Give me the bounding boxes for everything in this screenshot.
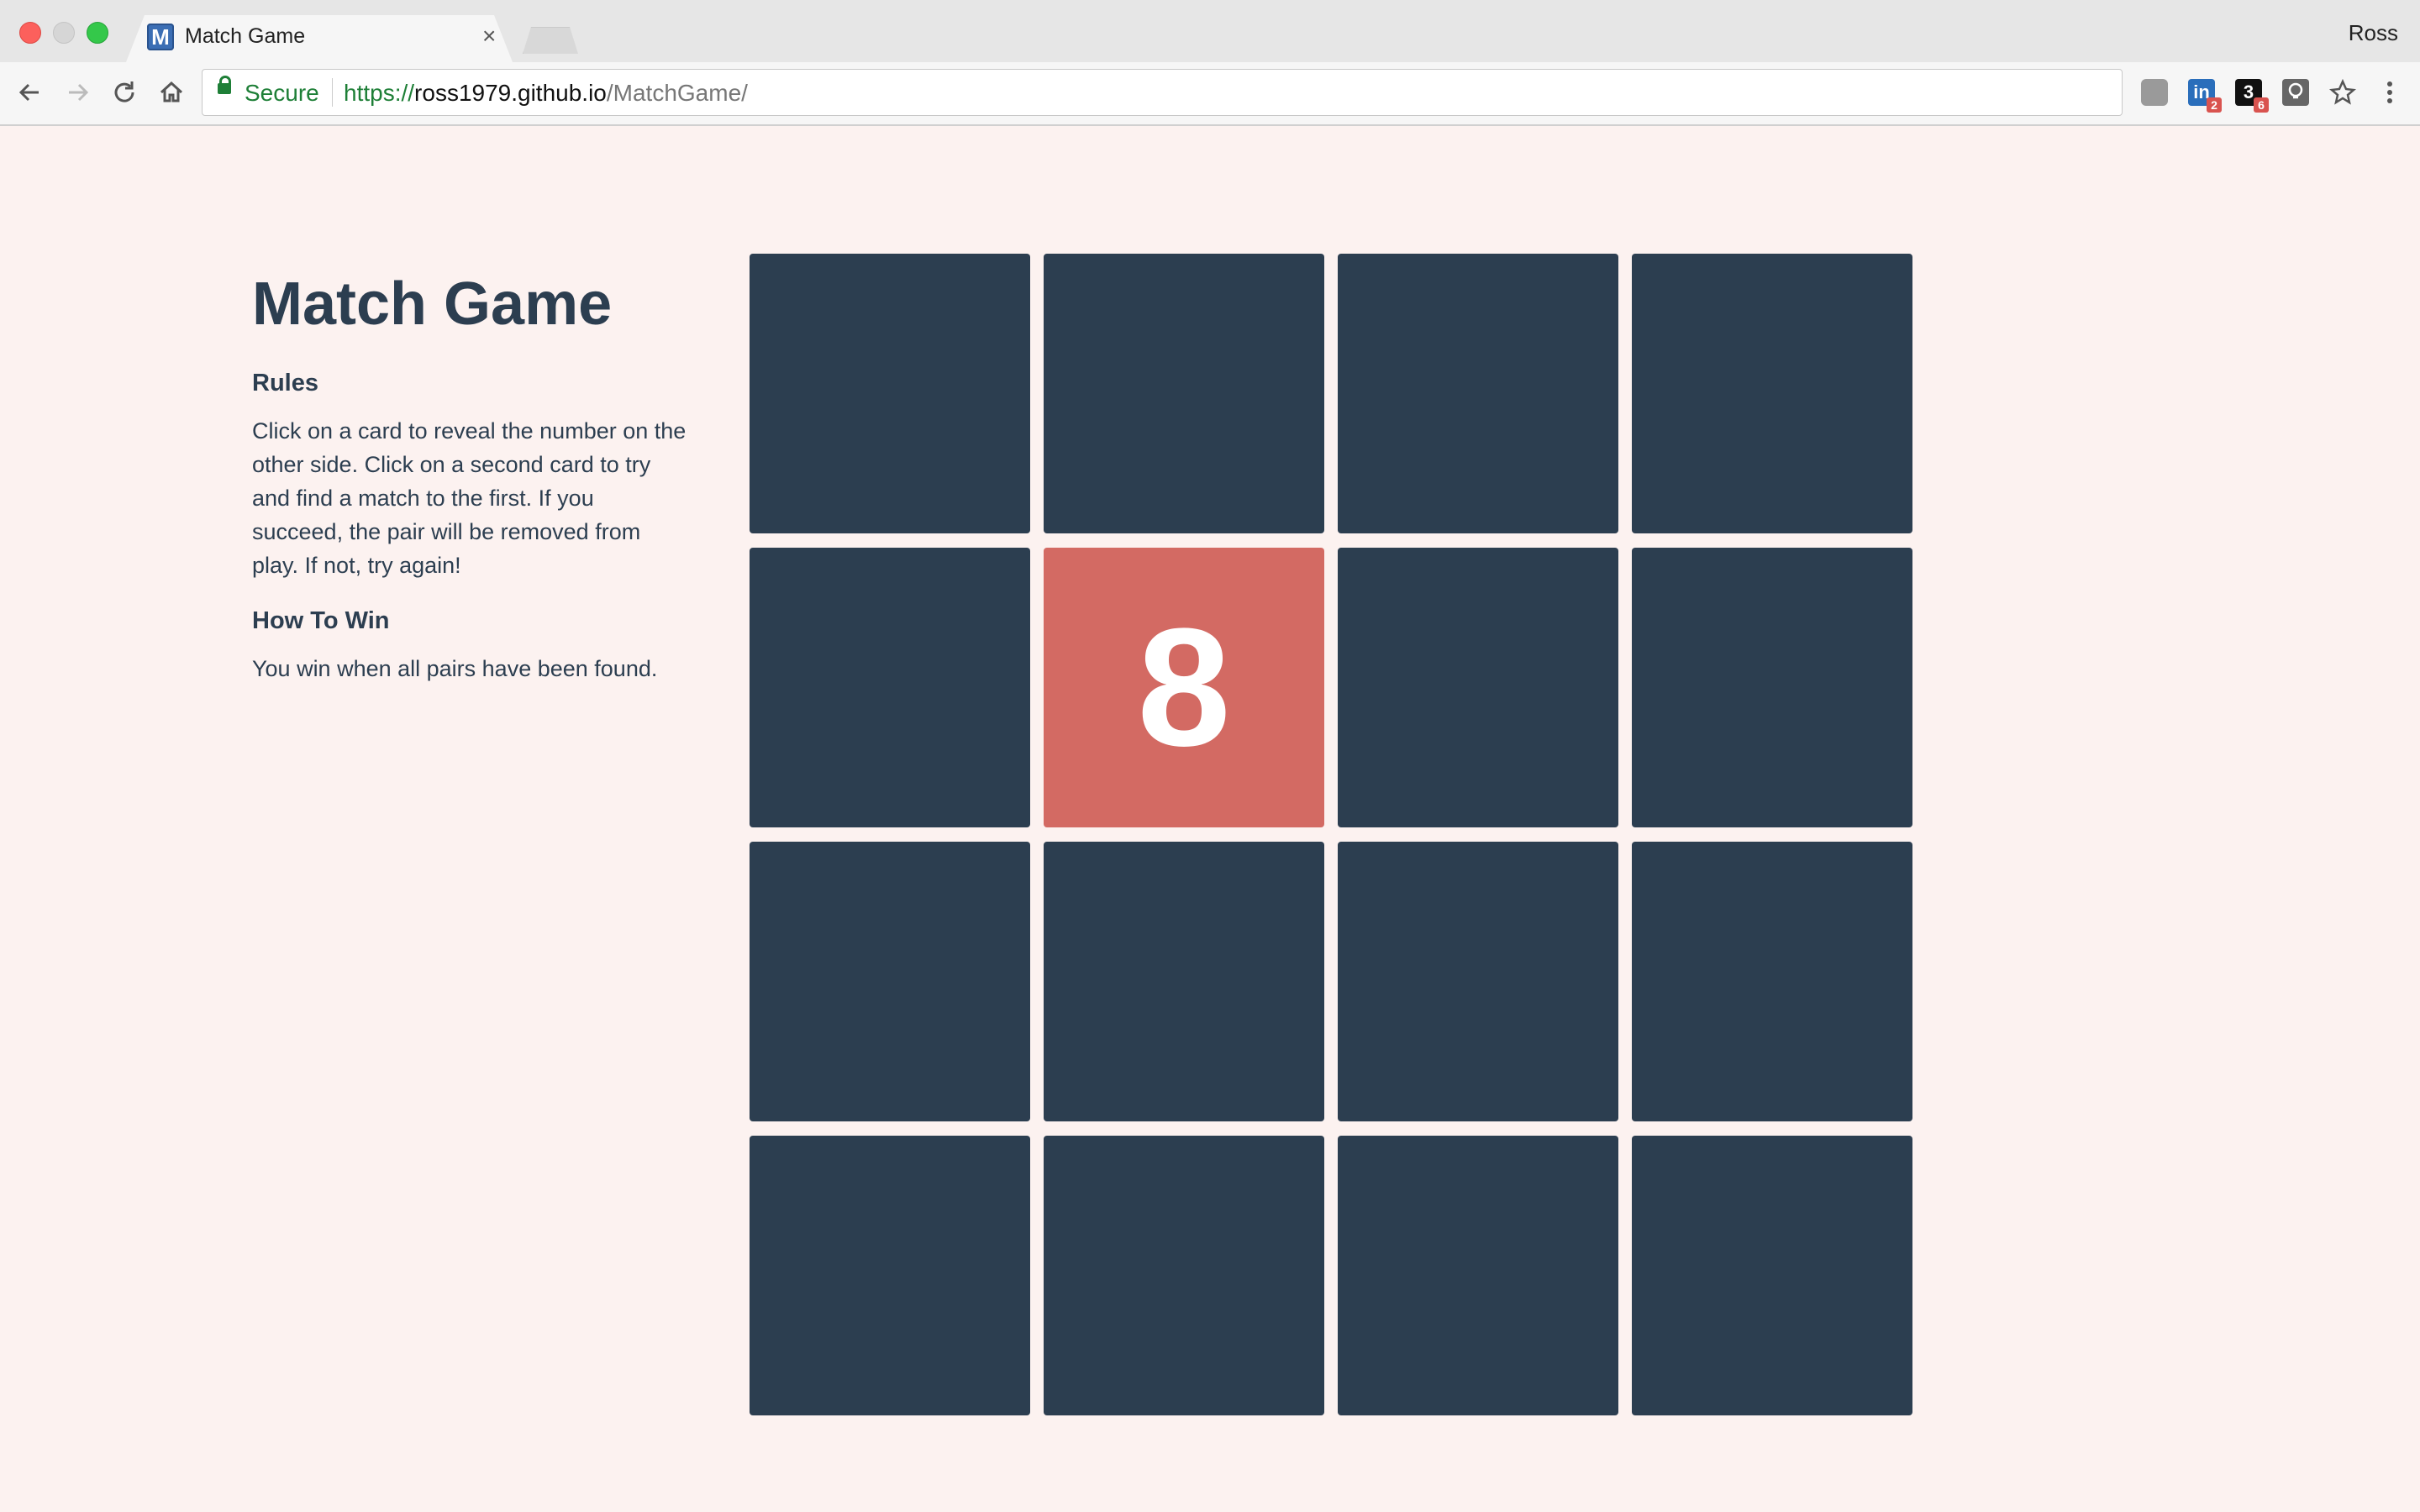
tab-title: Match Game [185, 24, 306, 48]
extension-3-badge: 6 [2254, 97, 2269, 113]
how-to-win-text: You win when all pairs have been found. [252, 656, 658, 681]
linkedin-extension-badge: 2 [2207, 97, 2222, 113]
address-bar[interactable]: Secure https://ross1979.github.io/MatchG… [202, 69, 2123, 116]
page-content: Match Game Rules Click on a card to reve… [0, 126, 2420, 1512]
card[interactable] [1338, 1136, 1618, 1415]
extension-grey-icon[interactable] [2141, 79, 2168, 106]
url-text[interactable]: https://ross1979.github.io/MatchGame/ [344, 80, 748, 107]
url-path: /MatchGame/ [606, 80, 748, 106]
card[interactable] [1044, 254, 1324, 533]
card[interactable] [1044, 842, 1324, 1121]
card[interactable] [1632, 1136, 1912, 1415]
game-board: 8 [750, 254, 1912, 1415]
bookmark-star-icon[interactable] [2326, 76, 2360, 109]
instructions-panel: Match Game Rules Click on a card to reve… [252, 274, 689, 685]
rules-text: Click on a card to reveal the number on … [252, 418, 687, 578]
home-icon[interactable] [155, 76, 188, 109]
browser-titlebar: M Match Game × Ross [0, 0, 2420, 62]
linkedin-extension-icon[interactable]: in 2 [2188, 79, 2222, 113]
card[interactable] [750, 548, 1030, 827]
card[interactable] [1632, 842, 1912, 1121]
url-scheme: https:// [344, 80, 415, 106]
browser-tab[interactable] [126, 15, 513, 62]
profile-name[interactable]: Ross [2349, 20, 2398, 46]
browser-toolbar: Secure https://ross1979.github.io/MatchG… [0, 62, 2420, 126]
lock-icon [218, 76, 231, 94]
card[interactable] [1632, 254, 1912, 533]
url-host: ross1979.github.io [414, 80, 607, 106]
card[interactable] [750, 254, 1030, 533]
browser-menu-icon[interactable] [2373, 76, 2407, 109]
tab-close-icon[interactable]: × [482, 24, 496, 49]
secure-label: Secure [245, 80, 319, 106]
rules-heading: Rules [252, 370, 318, 396]
reload-icon[interactable] [108, 76, 141, 109]
card[interactable] [1338, 254, 1618, 533]
extension-3-icon[interactable]: 3 6 [2235, 79, 2269, 113]
window-close-button[interactable] [19, 22, 41, 44]
window-maximize-button[interactable] [87, 22, 108, 44]
new-tab-button[interactable] [523, 27, 578, 54]
card[interactable] [750, 1136, 1030, 1415]
card[interactable] [1338, 548, 1618, 827]
extension-3-label: 3 [2243, 81, 2254, 102]
forward-arrow-icon[interactable] [60, 76, 94, 109]
page-title: Match Game [252, 270, 613, 338]
card-flipped[interactable]: 8 [1044, 548, 1324, 827]
lightbulb-extension-icon[interactable] [2282, 79, 2309, 106]
card[interactable] [1338, 842, 1618, 1121]
card[interactable] [1044, 1136, 1324, 1415]
how-to-win-heading: How To Win [252, 607, 390, 634]
window-minimize-button[interactable] [53, 22, 75, 44]
card[interactable] [1632, 548, 1912, 827]
back-arrow-icon[interactable] [13, 76, 47, 109]
address-divider [332, 78, 333, 107]
card[interactable] [750, 842, 1030, 1121]
tab-favicon-icon: M [147, 24, 174, 50]
